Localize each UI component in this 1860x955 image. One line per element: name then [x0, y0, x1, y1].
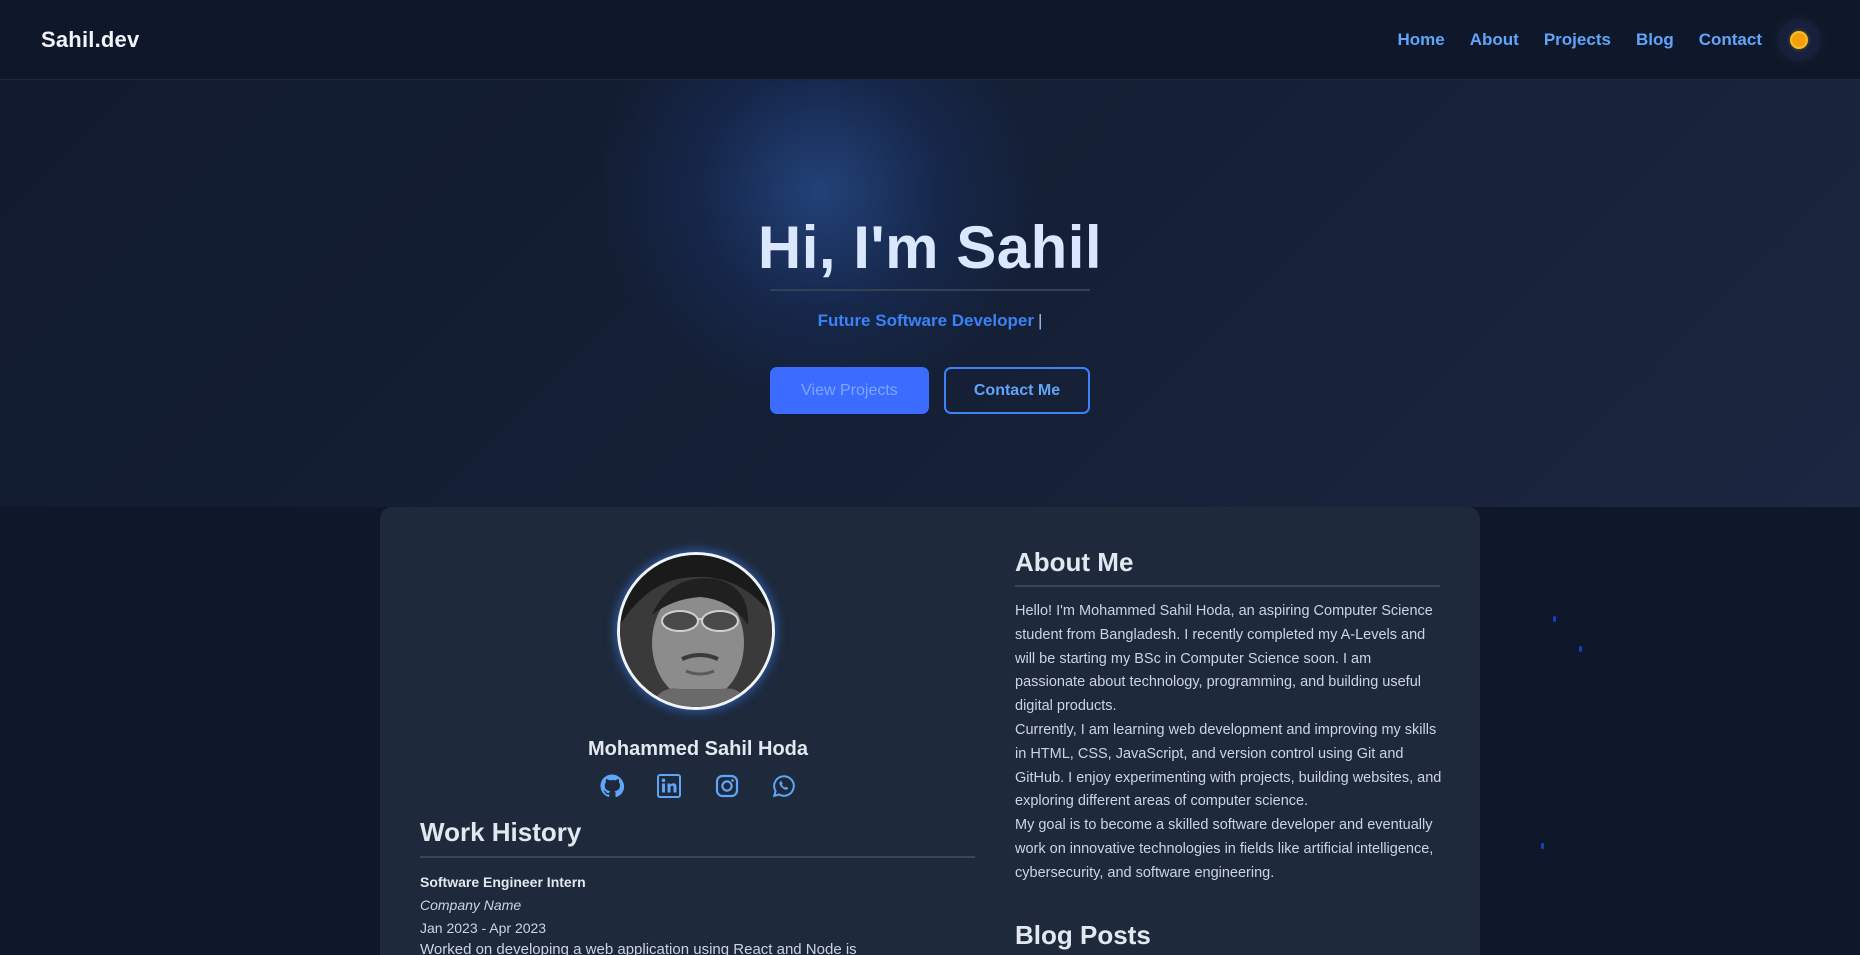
nav-link-contact[interactable]: Contact: [1699, 30, 1762, 50]
decor-dot: [1579, 646, 1582, 652]
instagram-icon[interactable]: [715, 774, 739, 798]
decor-dot: [1553, 616, 1556, 622]
about-paragraph-1: Hello! I'm Mohammed Sahil Hoda, an aspir…: [1015, 603, 1433, 715]
typed-text: Future Software Developer: [817, 311, 1034, 330]
sun-icon: [1792, 32, 1806, 47]
job-description: Worked on developing a web application u…: [420, 941, 857, 955]
hero-section: Hi, I'm Sahil Future Software Developer |…: [0, 80, 1860, 507]
brand-logo[interactable]: Sahil.dev: [41, 27, 139, 53]
theme-toggle-button[interactable]: [1778, 18, 1820, 61]
hero-subtitle: Future Software Developer |: [0, 311, 1860, 331]
about-heading: About Me: [1015, 547, 1134, 577]
social-links: [600, 772, 796, 800]
blog-posts-heading: Blog Posts: [1015, 920, 1151, 950]
job-dates: Jan 2023 - Apr 2023: [420, 920, 547, 936]
navbar: Sahil.dev Home About Projects Blog Conta…: [0, 0, 1860, 80]
linkedin-icon[interactable]: [657, 774, 682, 798]
about-paragraph-2: Currently, I am learning web development…: [1015, 721, 1442, 810]
whatsapp-icon[interactable]: [772, 774, 796, 798]
nav-links: Home About Projects Blog Contact: [1373, 18, 1820, 61]
hero-title: Hi, I'm Sahil: [757, 214, 1103, 281]
divider: [1015, 585, 1440, 587]
nav-link-home[interactable]: Home: [1398, 30, 1445, 50]
job-company: Company Name: [420, 897, 522, 913]
typing-cursor: |: [1037, 311, 1043, 330]
profile-card: Mohammed Sahil Hoda Work History Softwar…: [380, 507, 1480, 955]
divider: [420, 856, 975, 858]
nav-link-projects[interactable]: Projects: [1544, 30, 1611, 50]
hero-underline: [770, 289, 1090, 291]
job-role: Software Engineer Intern: [420, 874, 586, 890]
decor-dot: [1541, 843, 1544, 849]
about-text: Hello! I'm Mohammed Sahil Hoda, an aspir…: [1015, 600, 1445, 886]
profile-name: Mohammed Sahil Hoda: [587, 738, 809, 760]
nav-link-about[interactable]: About: [1470, 30, 1519, 50]
about-paragraph-3: My goal is to become a skilled software …: [1015, 817, 1434, 881]
nav-link-blog[interactable]: Blog: [1636, 30, 1674, 50]
avatar-photo: [620, 555, 772, 707]
github-icon[interactable]: [600, 774, 624, 798]
page: Sahil.dev Home About Projects Blog Conta…: [0, 0, 1860, 955]
contact-me-button[interactable]: Contact Me: [944, 367, 1090, 414]
work-history-heading: Work History: [420, 817, 582, 847]
avatar: [617, 552, 775, 710]
view-projects-button[interactable]: View Projects: [770, 367, 929, 414]
